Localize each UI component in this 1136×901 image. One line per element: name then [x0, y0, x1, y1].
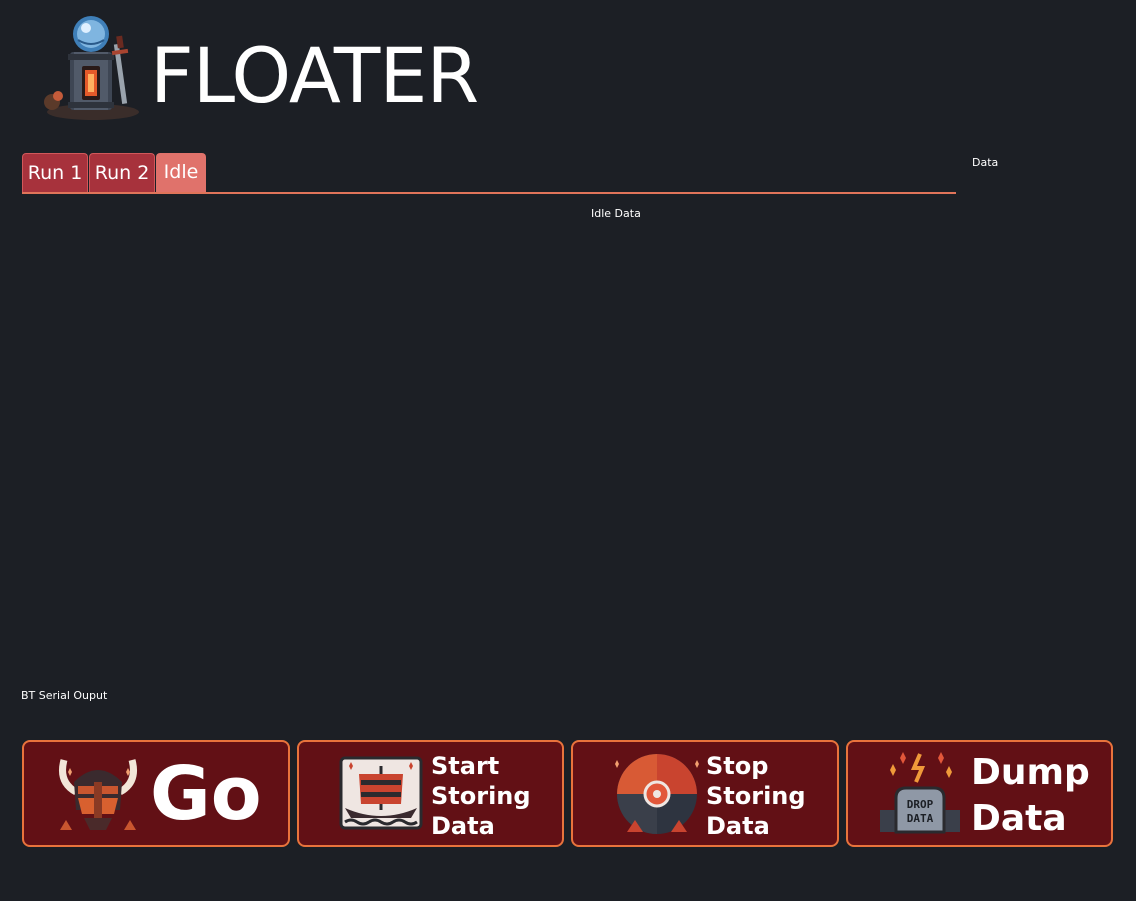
stop-storing-data-label: Stop Storing Data [706, 752, 806, 840]
start-storing-data-label: Start Storing Data [431, 752, 531, 840]
data-panel-label: Data [972, 156, 999, 169]
start-storing-data-button[interactable]: Start Storing Data [297, 740, 564, 847]
tab-run-2[interactable]: Run 2 [89, 153, 155, 192]
app-window: FLOATER Run 1 Run 2 Idle Data Idle Data … [0, 0, 1136, 901]
drop-data-tombstone-icon: DROP DATA [876, 752, 964, 836]
go-button-label: Go [150, 751, 262, 837]
svg-text:DROP: DROP [907, 798, 934, 811]
app-title: FLOATER [150, 31, 479, 120]
stop-storing-data-button[interactable]: Stop Storing Data [571, 740, 839, 847]
tower-crystal-logo-icon [38, 14, 144, 122]
dump-data-button[interactable]: DROP DATA Dump Data [846, 740, 1113, 847]
bt-serial-output-label: BT Serial Ouput [21, 689, 108, 702]
dump-data-label: Dump Data [971, 752, 1090, 839]
viking-ship-icon [337, 752, 425, 836]
viking-helmet-icon [54, 752, 142, 836]
tab-run-1[interactable]: Run 1 [22, 153, 88, 192]
go-button[interactable]: Go [22, 740, 290, 847]
svg-text:DATA: DATA [907, 812, 934, 825]
tab-bar: Run 1 Run 2 Idle [22, 153, 956, 194]
tab-idle[interactable]: Idle [156, 153, 206, 192]
idle-data-label: Idle Data [591, 207, 641, 220]
shield-wheel-icon [613, 752, 701, 836]
